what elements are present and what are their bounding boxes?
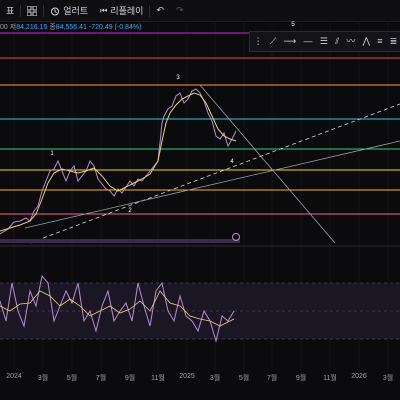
- long-position-tool-icon[interactable]: ≡: [377, 37, 382, 46]
- redo-button[interactable]: ↷: [170, 0, 190, 21]
- wave-label-5: 5: [291, 22, 295, 28]
- trend-line-resistance[interactable]: [199, 84, 336, 244]
- fib-retracement-tool-icon[interactable]: ☰: [320, 37, 328, 46]
- replay-button[interactable]: ⏮ 리플레이: [94, 0, 149, 21]
- ohlc-close-value: 84,556.41: [55, 24, 87, 31]
- wave-label-2: 2: [128, 208, 132, 214]
- undo-button[interactable]: ↶: [150, 0, 170, 21]
- wave-label-4: 4: [230, 159, 234, 165]
- ohlc-low-value: 84,216.15: [16, 24, 48, 31]
- time-axis-label: 2024: [6, 373, 22, 380]
- ohlc-prefix: 00: [0, 24, 8, 31]
- time-axis-label: 5월: [238, 375, 250, 382]
- alert-label: 얼러트: [63, 6, 89, 16]
- top-toolbar: 표 얼러트 ⏮ 리플레이 ↶ ↷: [0, 0, 400, 22]
- replay-icon: ⏮: [100, 5, 108, 15]
- time-axis-label: 7월: [95, 375, 107, 382]
- short-position-tool-icon[interactable]: ≣: [390, 37, 398, 46]
- chart-type-button[interactable]: 표: [0, 0, 20, 21]
- time-axis-label: 2025: [179, 373, 195, 380]
- grip-icon[interactable]: ⋮: [254, 37, 263, 46]
- chart-type-label: 표: [6, 6, 15, 16]
- alert-button[interactable]: 얼러트: [44, 0, 94, 21]
- volume-bars: [0, 239, 240, 243]
- time-axis-label: 7월: [266, 375, 278, 382]
- horizontal-line-tool-icon[interactable]: —: [304, 37, 313, 46]
- wave-label-1: 1: [50, 151, 54, 157]
- time-axis-label: 3월: [37, 375, 49, 382]
- ohlc-change: -720.49 (-0.84%): [88, 24, 142, 31]
- price-chart[interactable]: 1 2 3 4 5: [0, 21, 400, 400]
- drawing-toolbar: ⋮ ⟋ ⟶ — ☰ ⫽ 〰 ⋀ ≡ ≣: [249, 31, 400, 52]
- ohlc-readout: 00 저84,216.15 종84,556.41 -720.49 (-0.84%…: [0, 22, 141, 32]
- price-candles: [0, 88, 237, 235]
- wave-label-3: 3: [176, 75, 180, 81]
- time-axis-label: 3월: [209, 375, 221, 382]
- time-axis-label: 9월: [295, 375, 307, 382]
- horizontal-ray-tool-icon[interactable]: ⟶: [283, 37, 296, 46]
- undo-icon: ↶: [156, 5, 164, 15]
- time-axis-label: 3월: [382, 375, 394, 382]
- time-axis-label: 2026: [351, 373, 367, 380]
- trend-line-support[interactable]: [24, 140, 400, 229]
- trend-line-tool-icon[interactable]: ⟋: [270, 37, 276, 46]
- time-axis-label: 11월: [323, 375, 337, 382]
- time-axis-label: 5월: [66, 375, 78, 382]
- indicators-grid-icon: [27, 5, 38, 16]
- elliott-wave-tool-icon[interactable]: 〰: [346, 37, 355, 46]
- indicators-button[interactable]: [21, 0, 43, 21]
- redo-icon: ↷: [176, 5, 184, 15]
- parallel-channel-tool-icon[interactable]: ⫽: [335, 37, 339, 46]
- time-axis-label: 11월: [151, 375, 165, 382]
- alarm-clock-icon: [51, 7, 60, 15]
- zigzag-tool-icon[interactable]: ⋀: [363, 37, 370, 46]
- replay-label: 리플레이: [110, 6, 144, 16]
- time-axis: 2024 3월 5월 7월 9월 11월 2025 3월 5월 7월 9월 11…: [0, 373, 400, 385]
- time-axis-label: 9월: [124, 375, 136, 382]
